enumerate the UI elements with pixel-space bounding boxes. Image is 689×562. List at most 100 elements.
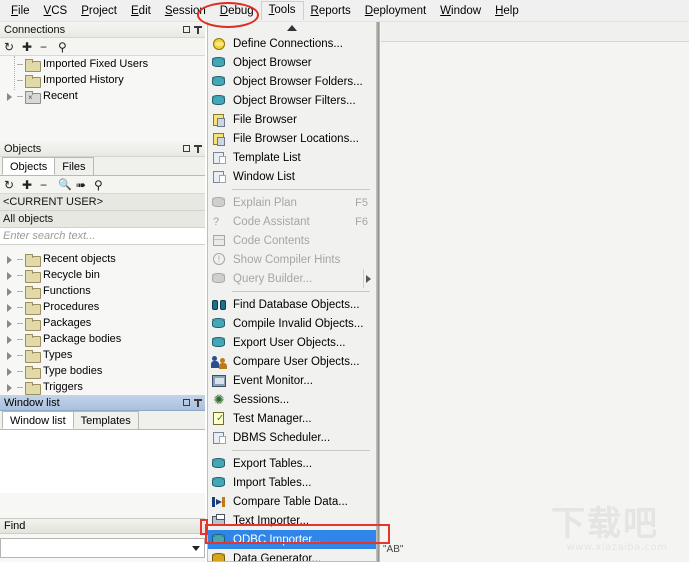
remove-icon[interactable]: − xyxy=(40,41,52,53)
menu-item-code-assistant[interactable]: ? Code Assistant F6 xyxy=(208,212,376,231)
menu-item-label: File Browser Locations... xyxy=(233,132,359,145)
menu-item-label: Import Tables... xyxy=(233,476,312,489)
menu-item-odbc-importer[interactable]: ODBC Importer... xyxy=(208,530,376,549)
maximize-icon[interactable] xyxy=(183,26,190,33)
expander-icon[interactable] xyxy=(6,319,15,328)
expander-icon[interactable] xyxy=(6,303,15,312)
tab-objects[interactable]: Objects xyxy=(2,157,56,175)
tree-item-label: Type bodies xyxy=(43,365,103,377)
menu-item-file-browser[interactable]: File Browser xyxy=(208,110,376,129)
menu-item-export-user-objects[interactable]: Export User Objects... xyxy=(208,333,376,352)
menu-item-explain-plan[interactable]: Explain Plan F5 xyxy=(208,193,376,212)
tree-item-label: Package bodies xyxy=(43,333,122,345)
tree-line xyxy=(17,92,25,101)
menu-debug[interactable]: Debug xyxy=(213,2,261,20)
maximize-icon[interactable] xyxy=(183,145,190,152)
connect-icon[interactable]: ⚲ xyxy=(94,179,106,191)
menu-item-object-browser[interactable]: Object Browser xyxy=(208,53,376,72)
folder-icon xyxy=(25,381,41,395)
tree-item-label: Recent objects xyxy=(43,253,116,265)
menu-vcs[interactable]: VCS xyxy=(37,2,75,20)
expander-icon[interactable] xyxy=(6,335,15,344)
menu-item-file-browser-locations[interactable]: File Browser Locations... xyxy=(208,129,376,148)
menu-item-compile-invalid-objects[interactable]: Compile Invalid Objects... xyxy=(208,314,376,333)
add-icon[interactable]: ✚ xyxy=(22,41,34,53)
tab-templates[interactable]: Templates xyxy=(72,411,139,429)
tree-item-procedures[interactable]: Procedures xyxy=(0,299,205,315)
refresh-icon[interactable]: ↻ xyxy=(4,179,16,191)
expander-icon[interactable] xyxy=(6,92,15,101)
tab-files[interactable]: Files xyxy=(54,157,94,175)
menu-item-import-tables[interactable]: Import Tables... xyxy=(208,473,376,492)
add-icon[interactable]: ✚ xyxy=(22,179,34,191)
expander-icon[interactable] xyxy=(6,351,15,360)
menu-item-test-manager[interactable]: Test Manager... xyxy=(208,409,376,428)
menu-item-dbms-scheduler[interactable]: DBMS Scheduler... xyxy=(208,428,376,447)
menu-item-export-tables[interactable]: Export Tables... xyxy=(208,454,376,473)
menu-project[interactable]: Project xyxy=(74,2,124,20)
object-browser-folders-icon xyxy=(210,74,228,90)
tab-window-list[interactable]: Window list xyxy=(2,411,74,429)
expander-icon[interactable] xyxy=(6,255,15,264)
all-objects-bar[interactable]: All objects xyxy=(0,211,205,228)
find-icon[interactable]: 🔍 xyxy=(58,179,72,191)
menu-item-label: Object Browser xyxy=(233,56,312,69)
left-docking-column: Connections ↻ ✚ − ⚲ Imported Fixed Users… xyxy=(0,22,205,562)
expander-icon[interactable] xyxy=(6,287,15,296)
objects-search-input[interactable]: Enter search text... xyxy=(0,228,205,245)
menu-item-window-list[interactable]: Window List xyxy=(208,167,376,186)
tree-item-imported-history[interactable]: Imported History xyxy=(0,72,205,88)
expander-icon[interactable] xyxy=(6,60,15,69)
tree-item-packages[interactable]: Packages xyxy=(0,315,205,331)
menu-file[interactable]: File xyxy=(4,2,37,20)
menu-item-data-generator[interactable]: Data Generator... xyxy=(208,549,376,561)
file-browser-locations-icon xyxy=(210,131,228,147)
chevron-down-icon[interactable] xyxy=(192,545,200,551)
menu-help[interactable]: Help xyxy=(488,2,526,20)
menu-item-sessions[interactable]: ✺ Sessions... xyxy=(208,390,376,409)
tree-item-recent[interactable]: × Recent xyxy=(0,88,205,104)
scroll-up-arrow-icon[interactable] xyxy=(208,22,376,34)
pin-icon[interactable] xyxy=(194,398,202,407)
menu-reports[interactable]: Reports xyxy=(304,2,358,20)
remove-icon[interactable]: − xyxy=(40,179,52,191)
expander-icon[interactable] xyxy=(6,76,15,85)
expander-icon[interactable] xyxy=(6,271,15,280)
expander-icon[interactable] xyxy=(6,367,15,376)
menu-edit[interactable]: Edit xyxy=(124,2,158,20)
tree-item-recycle-bin[interactable]: Recycle bin xyxy=(0,267,205,283)
menu-window[interactable]: Window xyxy=(433,2,488,20)
menu-item-define-connections[interactable]: Define Connections... xyxy=(208,34,376,53)
tree-item-package-bodies[interactable]: Package bodies xyxy=(0,331,205,347)
current-user-bar[interactable]: <CURRENT USER> xyxy=(0,194,205,211)
expander-icon[interactable] xyxy=(6,383,15,392)
menu-item-object-browser-folders[interactable]: Object Browser Folders... xyxy=(208,72,376,91)
menu-item-show-compiler-hints[interactable]: ! Show Compiler Hints xyxy=(208,250,376,269)
find-input[interactable] xyxy=(0,538,205,558)
refresh-icon[interactable]: ↻ xyxy=(4,41,16,53)
tree-item-triggers[interactable]: Triggers xyxy=(0,379,205,395)
menu-session[interactable]: Session xyxy=(158,2,213,20)
pin-icon[interactable] xyxy=(194,144,202,153)
menu-item-compare-table-data[interactable]: Compare Table Data... xyxy=(208,492,376,511)
menu-item-find-database-objects[interactable]: Find Database Objects... xyxy=(208,295,376,314)
menu-item-event-monitor[interactable]: Event Monitor... xyxy=(208,371,376,390)
tree-item-functions[interactable]: Functions xyxy=(0,283,205,299)
tree-item-type-bodies[interactable]: Type bodies xyxy=(0,363,205,379)
tree-item-recent-objects[interactable]: Recent objects xyxy=(0,251,205,267)
maximize-icon[interactable] xyxy=(183,399,190,406)
tree-item-types[interactable]: Types xyxy=(0,347,205,363)
menu-item-compare-user-objects[interactable]: Compare User Objects... xyxy=(208,352,376,371)
menu-item-text-importer[interactable]: Text Importer... xyxy=(208,511,376,530)
menu-item-code-contents[interactable]: Code Contents xyxy=(208,231,376,250)
tree-item-imported-fixed-users[interactable]: Imported Fixed Users xyxy=(0,56,205,72)
filter-icon[interactable]: ➠ xyxy=(76,179,88,191)
menu-item-object-browser-filters[interactable]: Object Browser Filters... xyxy=(208,91,376,110)
pin-icon[interactable] xyxy=(194,25,202,34)
menu-tools[interactable]: Tools xyxy=(260,1,304,20)
panel-splitter[interactable] xyxy=(377,22,380,562)
connect-icon[interactable]: ⚲ xyxy=(58,41,70,53)
menu-deployment[interactable]: Deployment xyxy=(358,2,433,20)
menu-item-template-list[interactable]: Template List xyxy=(208,148,376,167)
menu-item-query-builder[interactable]: Query Builder... xyxy=(208,269,376,288)
